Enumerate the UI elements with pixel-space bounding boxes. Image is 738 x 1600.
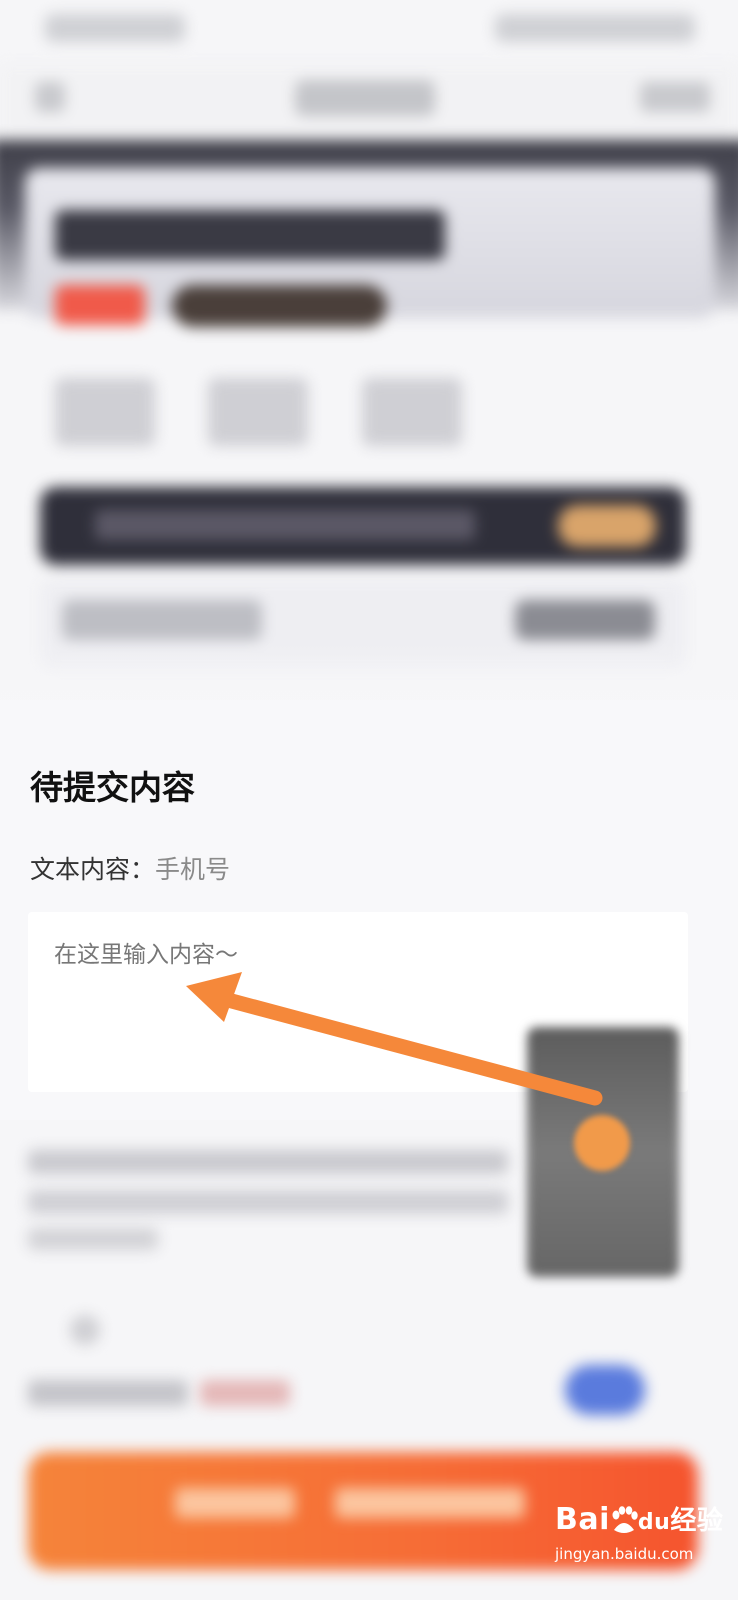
watermark-prefix: Bai — [555, 1502, 610, 1537]
promo-button[interactable] — [558, 505, 656, 547]
section-title: 待提交内容 — [30, 768, 195, 807]
baidu-watermark: Bai du经验 — [555, 1500, 723, 1537]
baidu-paw-icon — [612, 1505, 638, 1533]
status-bar-left — [45, 14, 185, 42]
stat-item — [55, 378, 155, 446]
watermark-url: jingyan.baidu.com — [555, 1545, 694, 1563]
submit-button-label-left — [175, 1488, 295, 1518]
text-content-label: 文本内容： — [30, 855, 156, 884]
toggle-switch[interactable] — [565, 1365, 645, 1415]
text-content-value: 手机号 — [155, 855, 231, 884]
small-icon — [70, 1315, 100, 1345]
content-input-placeholder: 在这里输入内容～ — [54, 942, 238, 968]
banner-heading — [55, 210, 445, 260]
description-line — [28, 1150, 508, 1174]
agreement-label — [28, 1380, 188, 1406]
nav-title — [295, 80, 435, 116]
avatar-group[interactable] — [515, 600, 655, 640]
description-line — [28, 1190, 508, 1214]
promo-text — [95, 510, 475, 540]
nav-right-action[interactable] — [640, 82, 710, 112]
watermark-suffix: 经验 — [670, 1506, 724, 1536]
stat-item — [362, 378, 462, 446]
annotation-arrow-icon — [186, 972, 603, 1106]
watermark-mid: du — [637, 1510, 671, 1535]
stat-item — [208, 378, 308, 446]
text-content-row: 文本内容：手机号 — [30, 852, 230, 888]
agreement-link[interactable] — [200, 1380, 290, 1406]
submit-button-label-right — [335, 1488, 525, 1518]
banner-tag — [55, 285, 145, 325]
blurred-top-region — [0, 0, 738, 700]
status-bar-right — [495, 14, 695, 42]
description-line — [28, 1228, 158, 1250]
info-row-label — [62, 600, 262, 640]
back-icon[interactable] — [35, 82, 65, 112]
banner-pill[interactable] — [172, 285, 387, 327]
